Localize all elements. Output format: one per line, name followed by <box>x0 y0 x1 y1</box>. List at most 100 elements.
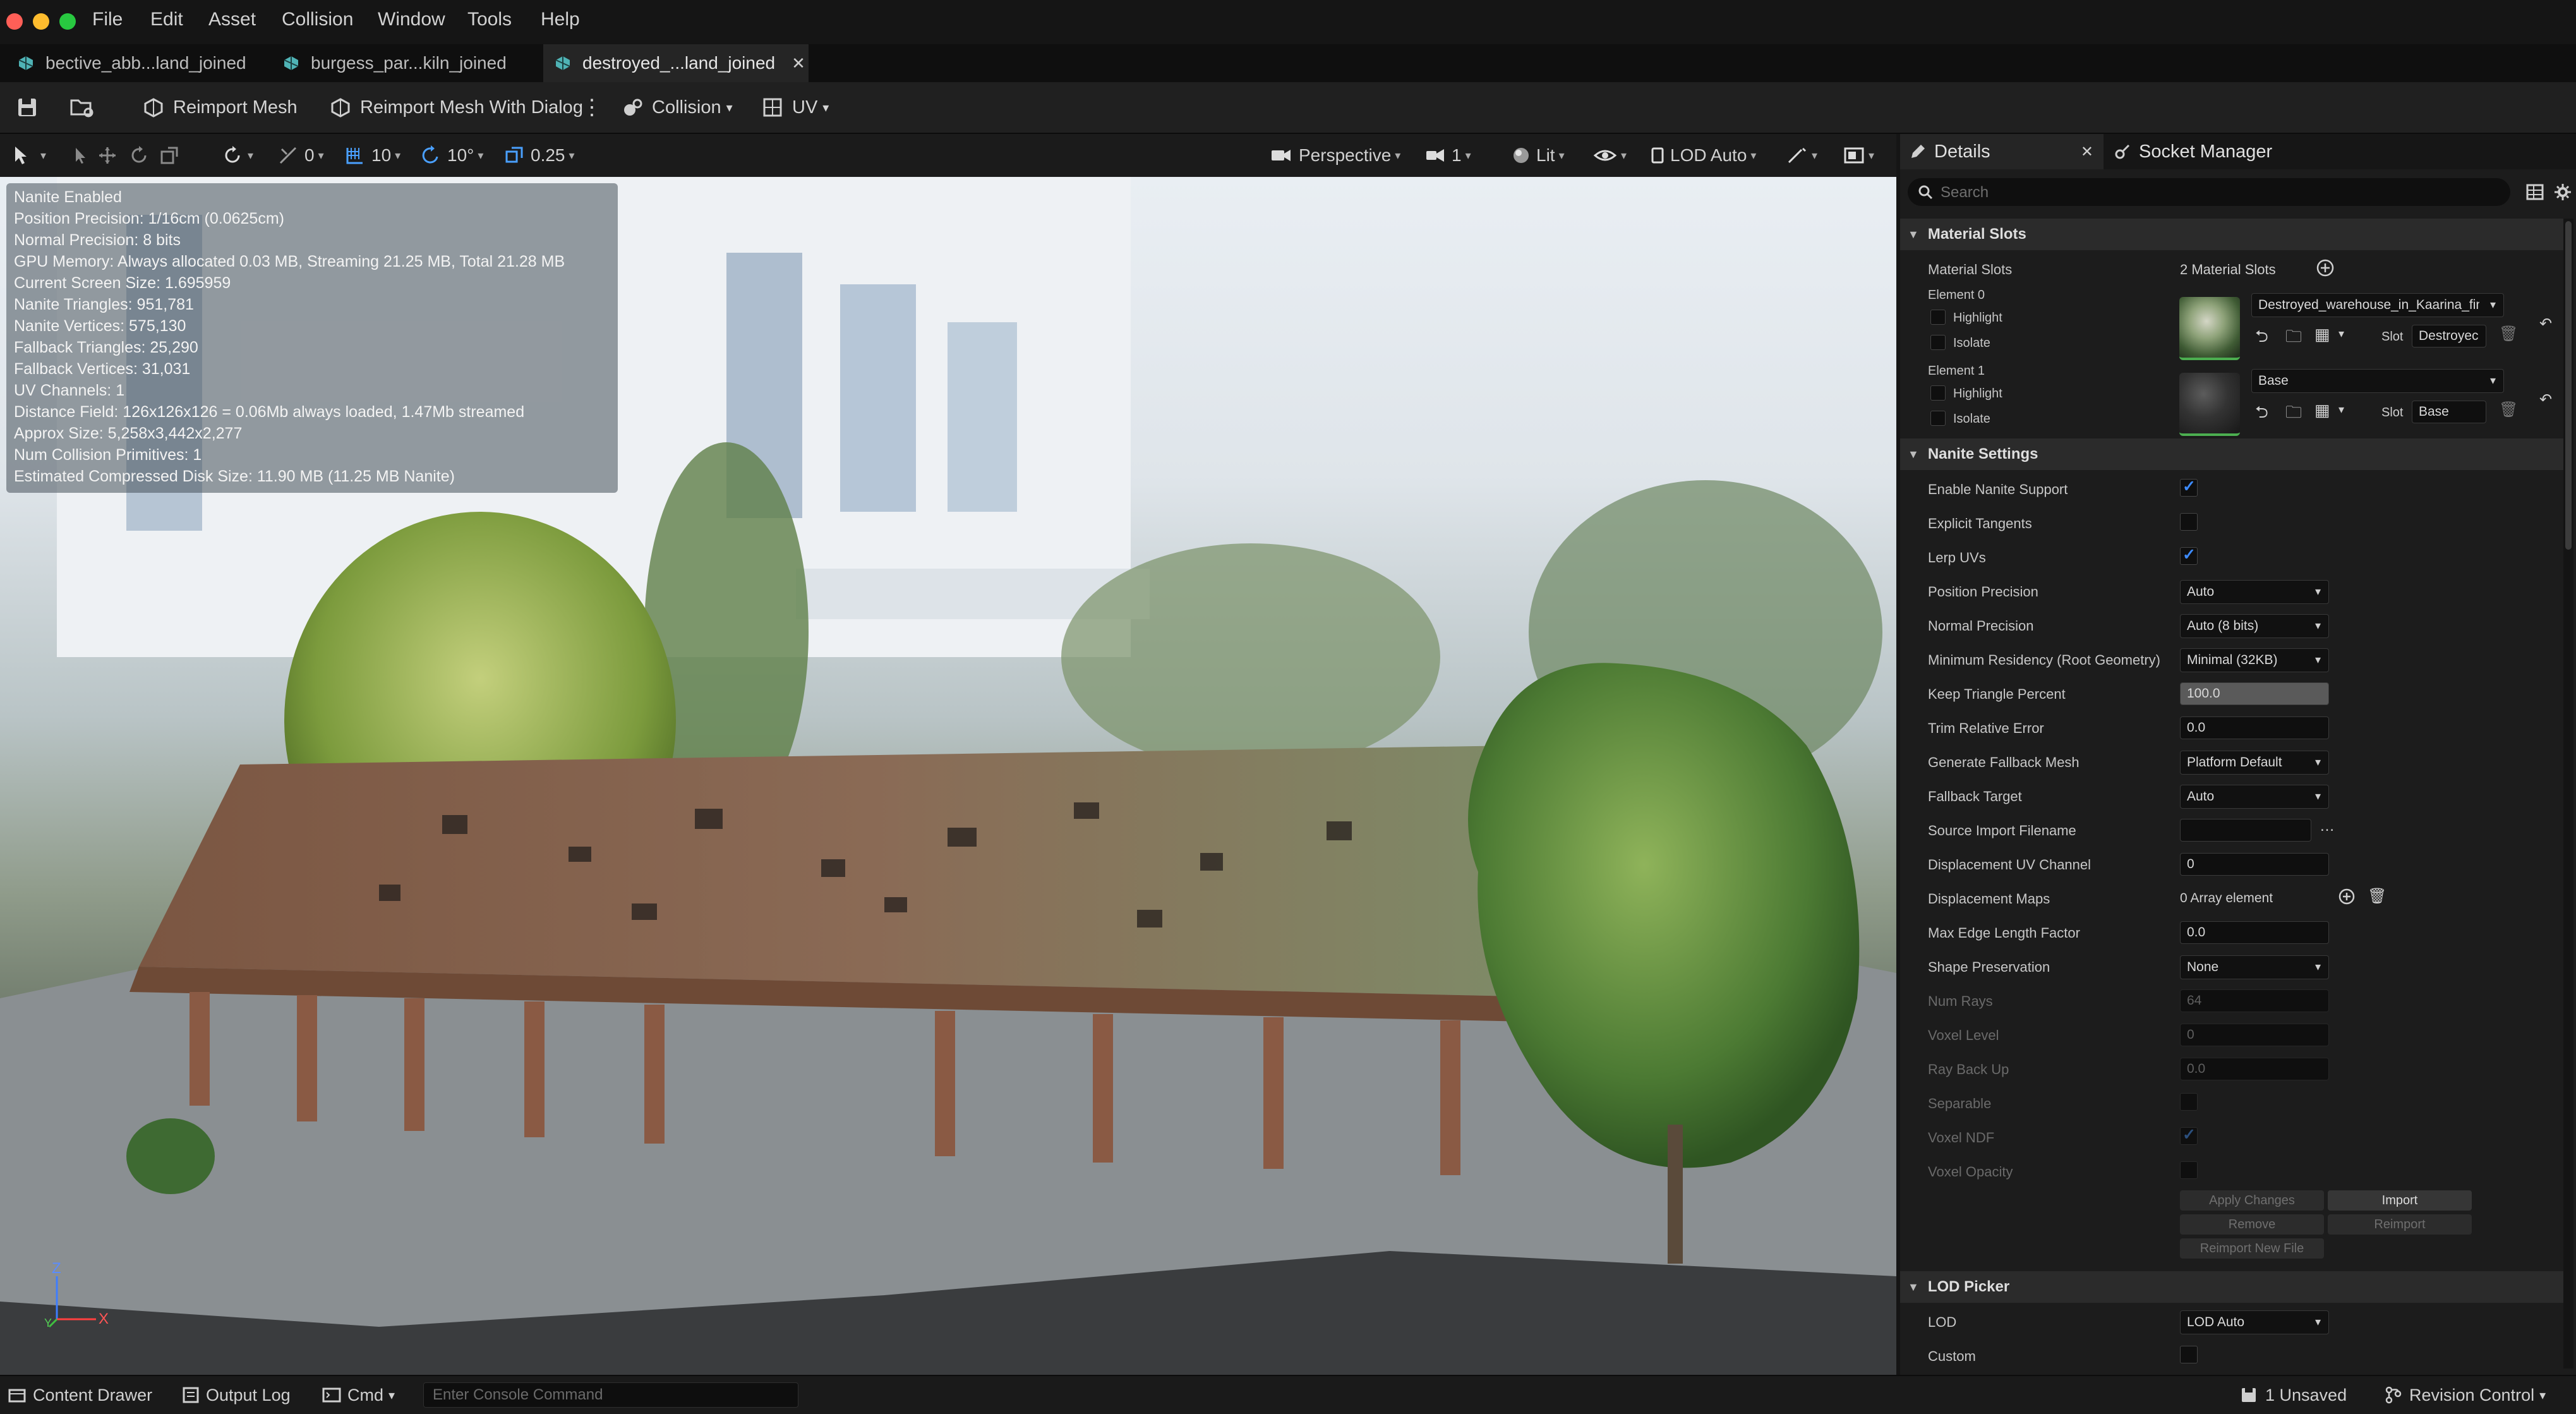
element1-slot-name-input[interactable]: Base <box>2412 401 2486 423</box>
use-selected-icon[interactable]: ⮌ <box>2255 401 2268 428</box>
viewport-tools-dropdown[interactable]: ▾ <box>1786 140 1817 171</box>
browse-folder-icon[interactable]: 🗀 <box>2285 401 2302 428</box>
viewport-layout-dropdown[interactable]: ▾ <box>1843 140 1874 171</box>
browse-folder-icon[interactable]: 🗀 <box>2285 325 2302 353</box>
fallback-target-combo[interactable]: Auto ▾ <box>2180 785 2329 809</box>
grid-snap-toggle[interactable]: 10 ▾ <box>344 140 400 171</box>
menu-asset[interactable]: Asset <box>208 9 256 30</box>
cmd-dropdown[interactable]: Cmd ▾ <box>322 1382 395 1408</box>
chevron-down-icon[interactable]: ▾ <box>2338 403 2344 416</box>
element1-material-combo[interactable]: Base ▾ <box>2251 369 2504 393</box>
minimum-residency-combo[interactable]: Minimal (32KB) ▾ <box>2180 648 2329 672</box>
tab-socket-manager[interactable]: Socket Manager <box>2114 134 2316 169</box>
material0-thumbnail[interactable] <box>2179 297 2240 360</box>
max-edge-input[interactable]: 0.0 <box>2180 921 2329 944</box>
section-nanite-settings[interactable]: ▼ Nanite Settings <box>1900 438 2563 470</box>
element0-highlight-checkbox[interactable] <box>1930 310 1946 325</box>
show-flags-dropdown[interactable]: ▾ <box>1593 140 1627 171</box>
view-mode-dropdown[interactable]: Lit ▾ <box>1511 140 1565 171</box>
gear-icon[interactable] <box>2553 183 2572 202</box>
scale-snap-toggle[interactable]: 0.25 ▾ <box>503 140 575 171</box>
uv-dropdown[interactable]: UV ▾ <box>762 82 829 133</box>
tab-destroyed[interactable]: destroyed_...land_joined ✕ <box>543 44 809 82</box>
reset-arrow-icon[interactable]: ↶ <box>2539 390 2552 409</box>
chevron-down-icon[interactable]: ▾ <box>2338 327 2344 341</box>
zoom-window-button[interactable] <box>59 13 76 30</box>
browse-ellipsis-icon[interactable]: … <box>2320 818 2335 835</box>
more-options-icon[interactable]: ⋮ <box>581 82 603 133</box>
lerp-uvs-checkbox[interactable] <box>2180 545 2198 565</box>
select-mode-dropdown[interactable]: ▾ <box>11 140 46 171</box>
delete-icon[interactable]: 🗑 <box>2499 325 2518 343</box>
explicit-tangents-checkbox[interactable] <box>2180 513 2198 531</box>
lod-combo[interactable]: LOD Auto ▾ <box>2180 1310 2329 1334</box>
element0-isolate-checkbox[interactable] <box>1930 335 1946 350</box>
source-import-input[interactable] <box>2180 819 2311 842</box>
section-lod-picker[interactable]: ▼ LOD Picker <box>1900 1271 2563 1303</box>
menu-window[interactable]: Window <box>378 9 445 30</box>
tab-details[interactable]: Details ✕ <box>1900 134 2104 169</box>
normal-precision-combo[interactable]: Auto (8 bits) ▾ <box>2180 614 2329 638</box>
console-command-input[interactable]: Enter Console Command <box>423 1382 798 1408</box>
element1-highlight-checkbox[interactable] <box>1930 385 1946 401</box>
translate-tool-button[interactable] <box>97 140 117 171</box>
details-scrollbar[interactable] <box>2563 219 2573 1369</box>
reimport-mesh-dialog-button[interactable]: Reimport Mesh With Dialog <box>330 82 583 133</box>
menu-file[interactable]: File <box>92 9 123 30</box>
menu-help[interactable]: Help <box>541 9 580 30</box>
element1-isolate-checkbox[interactable] <box>1930 411 1946 426</box>
tab-bective[interactable]: bective_abb...land_joined <box>0 44 265 82</box>
shape-preservation-combo[interactable]: None ▾ <box>2180 955 2329 979</box>
menu-collision[interactable]: Collision <box>282 9 353 30</box>
menu-tools[interactable]: Tools <box>467 9 512 30</box>
camera-speed-dropdown[interactable]: 1 ▾ <box>1425 140 1471 171</box>
add-circle-icon[interactable] <box>2338 888 2356 905</box>
delete-icon[interactable]: 🗑 <box>2368 887 2386 905</box>
enable-nanite-checkbox[interactable] <box>2180 477 2198 497</box>
reimport-button[interactable]: Reimport <box>2328 1214 2472 1235</box>
checker-icon[interactable]: ▦ <box>2314 401 2330 420</box>
checker-icon[interactable]: ▦ <box>2314 325 2330 344</box>
close-window-button[interactable] <box>6 13 23 30</box>
reset-arrow-icon[interactable]: ↶ <box>2539 315 2552 333</box>
import-button[interactable]: Import <box>2328 1190 2472 1211</box>
angle-snap-toggle[interactable]: 10° ▾ <box>419 140 483 171</box>
displacement-uv-input[interactable]: 0 <box>2180 853 2329 876</box>
tab-burgess[interactable]: burgess_par...kiln_joined <box>265 44 543 82</box>
position-precision-combo[interactable]: Auto ▾ <box>2180 580 2329 604</box>
perspective-dropdown[interactable]: Perspective ▾ <box>1270 140 1400 171</box>
scrollbar-thumb[interactable] <box>2565 221 2572 550</box>
close-icon[interactable]: ✕ <box>2081 143 2093 161</box>
revision-control-dropdown[interactable]: Revision Control ▾ <box>2384 1382 2546 1408</box>
rotation-snap-dropdown[interactable]: ▾ <box>221 140 253 171</box>
material1-thumbnail[interactable] <box>2179 373 2240 436</box>
output-log-button[interactable]: Output Log <box>182 1382 291 1408</box>
browse-asset-button[interactable] <box>69 82 104 133</box>
select-tool-button[interactable] <box>71 140 90 171</box>
close-tab-icon[interactable]: ✕ <box>791 54 805 73</box>
reimport-mesh-button[interactable]: Reimport Mesh <box>143 82 298 133</box>
delete-icon[interactable]: 🗑 <box>2499 401 2518 419</box>
trim-error-input[interactable]: 0.0 <box>2180 716 2329 739</box>
scale-tool-button[interactable] <box>159 140 179 171</box>
element0-material-combo[interactable]: Destroyed_warehouse_in_Kaarina_finla ▾ <box>2251 293 2504 317</box>
use-selected-icon[interactable]: ⮌ <box>2255 325 2268 353</box>
content-drawer-button[interactable]: Content Drawer <box>8 1382 152 1408</box>
minimize-window-button[interactable] <box>33 13 49 30</box>
custom-checkbox[interactable] <box>2180 1346 2198 1363</box>
details-search-input[interactable]: Search <box>1908 178 2510 206</box>
collision-dropdown[interactable]: Collision ▾ <box>622 82 733 133</box>
element0-slot-name-input[interactable]: Destroyec <box>2412 325 2486 347</box>
menu-edit[interactable]: Edit <box>150 9 183 30</box>
surface-snap-toggle[interactable]: 0 ▾ <box>277 140 324 171</box>
unsaved-button[interactable]: 1 Unsaved <box>2240 1382 2347 1408</box>
rotate-tool-button[interactable] <box>129 140 149 171</box>
apply-changes-button[interactable]: Apply Changes <box>2180 1190 2324 1211</box>
save-button[interactable] <box>16 82 47 133</box>
section-material-slots[interactable]: ▼ Material Slots <box>1900 219 2563 250</box>
reimport-new-file-button[interactable]: Reimport New File <box>2180 1238 2324 1259</box>
generate-fallback-combo[interactable]: Platform Default ▾ <box>2180 751 2329 775</box>
keep-triangle-slider[interactable]: 100.0 <box>2180 682 2329 705</box>
add-circle-icon[interactable] <box>2316 258 2335 277</box>
remove-button[interactable]: Remove <box>2180 1214 2324 1235</box>
